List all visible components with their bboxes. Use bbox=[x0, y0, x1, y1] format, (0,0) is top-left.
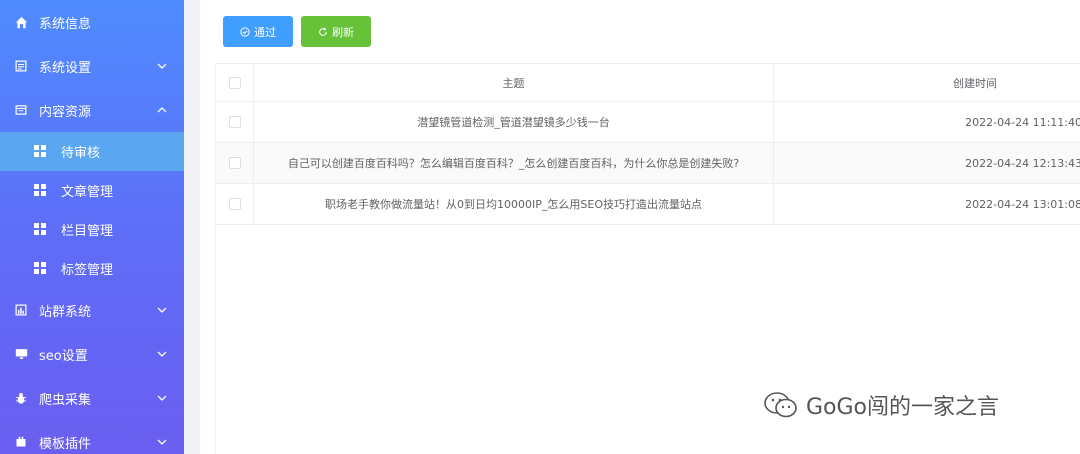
sidebar: 系统信息 系统设置 内容资源 待审核 文章管理 栏目管理 标签管理 站群系统 s… bbox=[0, 0, 184, 454]
sidebar-item-system-info[interactable]: 系统信息 bbox=[0, 0, 184, 44]
table-header-row: 主题 创建时间 bbox=[216, 64, 1080, 102]
row-check-cell bbox=[216, 184, 254, 224]
chevron-down-icon bbox=[156, 304, 168, 316]
table-row: 自己可以创建百度百科吗？怎么编辑百度百科？_怎么创建百度百科，为什么你总是创建失… bbox=[216, 143, 1080, 184]
chevron-down-icon bbox=[156, 348, 168, 360]
plugin-icon bbox=[14, 435, 28, 449]
wechat-icon bbox=[762, 390, 800, 420]
row-check-cell bbox=[216, 102, 254, 142]
sidebar-item-crawler[interactable]: 爬虫采集 bbox=[0, 376, 184, 420]
row-checkbox[interactable] bbox=[228, 198, 241, 210]
row-time: 2022-04-24 13:01:08 bbox=[965, 197, 1080, 211]
sidebar-subitem-column-management[interactable]: 栏目管理 bbox=[0, 210, 184, 249]
sidebar-subitem-tag-management[interactable]: 标签管理 bbox=[0, 249, 184, 288]
sidebar-subitem-label: 文章管理 bbox=[61, 185, 114, 200]
chevron-down-icon bbox=[156, 436, 168, 448]
row-title: 自己可以创建百度百科吗？怎么编辑百度百科？_怎么创建百度百科，为什么你总是创建失… bbox=[254, 143, 774, 183]
chevron-up-icon bbox=[156, 104, 168, 116]
sidebar-item-label: 系统设置 bbox=[39, 60, 92, 76]
grid-icon bbox=[34, 184, 47, 197]
grid-icon bbox=[34, 262, 47, 275]
table-row: 职场老手教你做流量站！从0到日均10000IP_怎么用SEO技巧打造出流量站点 … bbox=[216, 184, 1080, 225]
content-icon bbox=[14, 103, 28, 117]
main-content: 通过 刷新 主题 创建时间 潜望镜管道检测_管道潜望镜多少钱一台 2022-04… bbox=[200, 0, 1080, 454]
row-time: 2022-04-24 12:13:43 bbox=[965, 156, 1080, 170]
grid-icon bbox=[34, 223, 47, 236]
settings-panel-icon bbox=[14, 59, 28, 73]
sidebar-item-system-settings[interactable]: 系统设置 bbox=[0, 44, 184, 88]
chevron-down-icon bbox=[156, 392, 168, 404]
row-title: 职场老手教你做流量站！从0到日均10000IP_怎么用SEO技巧打造出流量站点 bbox=[254, 184, 774, 224]
sidebar-item-label: seo设置 bbox=[39, 348, 88, 364]
toolbar: 通过 刷新 bbox=[223, 16, 371, 47]
row-time: 2022-04-24 11:11:40 bbox=[965, 115, 1080, 129]
sidebar-subitem-label: 栏目管理 bbox=[61, 224, 114, 239]
sidebar-item-content-resources[interactable]: 内容资源 bbox=[0, 88, 184, 132]
row-checkbox[interactable] bbox=[228, 157, 241, 169]
sidebar-item-label: 站群系统 bbox=[39, 304, 92, 320]
monitor-icon bbox=[14, 347, 28, 361]
refresh-icon bbox=[318, 27, 328, 37]
column-header-time: 创建时间 bbox=[953, 76, 997, 90]
sidebar-subitem-article-management[interactable]: 文章管理 bbox=[0, 171, 184, 210]
check-circle-icon bbox=[240, 26, 250, 37]
refresh-button[interactable]: 刷新 bbox=[301, 16, 371, 47]
home-icon bbox=[14, 15, 28, 29]
pass-button-label: 通过 bbox=[254, 26, 276, 39]
row-check-cell bbox=[216, 143, 254, 183]
sidebar-subitem-pending-review[interactable]: 待审核 bbox=[0, 132, 184, 171]
sidebar-subitem-label: 待审核 bbox=[61, 146, 101, 161]
select-all-cell bbox=[216, 64, 254, 101]
grid-icon bbox=[34, 145, 47, 158]
row-title: 潜望镜管道检测_管道潜望镜多少钱一台 bbox=[254, 102, 774, 142]
sidebar-item-label: 模板插件 bbox=[39, 436, 92, 452]
pass-button[interactable]: 通过 bbox=[223, 16, 293, 47]
sidebar-item-label: 爬虫采集 bbox=[39, 392, 92, 408]
watermark-text: GoGo闯的一家之言 bbox=[806, 395, 1000, 420]
watermark: GoGo闯的一家之言 bbox=[762, 389, 999, 421]
chart-icon bbox=[14, 303, 28, 317]
sidebar-item-site-group[interactable]: 站群系统 bbox=[0, 288, 184, 332]
sidebar-item-label: 内容资源 bbox=[39, 104, 92, 120]
table-row: 潜望镜管道检测_管道潜望镜多少钱一台 2022-04-24 11:11:40 bbox=[216, 102, 1080, 143]
row-checkbox[interactable] bbox=[228, 116, 241, 128]
select-all-checkbox[interactable] bbox=[228, 76, 241, 89]
sidebar-item-seo-settings[interactable]: seo设置 bbox=[0, 332, 184, 376]
chevron-down-icon bbox=[156, 60, 168, 72]
review-table: 主题 创建时间 潜望镜管道检测_管道潜望镜多少钱一台 2022-04-24 11… bbox=[215, 63, 1080, 225]
bug-icon bbox=[14, 391, 28, 405]
sidebar-item-template-plugins[interactable]: 模板插件 bbox=[0, 420, 184, 454]
column-header-title: 主题 bbox=[254, 64, 774, 101]
sidebar-item-label: 系统信息 bbox=[39, 16, 92, 32]
sidebar-subitem-label: 标签管理 bbox=[61, 263, 114, 278]
refresh-button-label: 刷新 bbox=[332, 26, 354, 39]
